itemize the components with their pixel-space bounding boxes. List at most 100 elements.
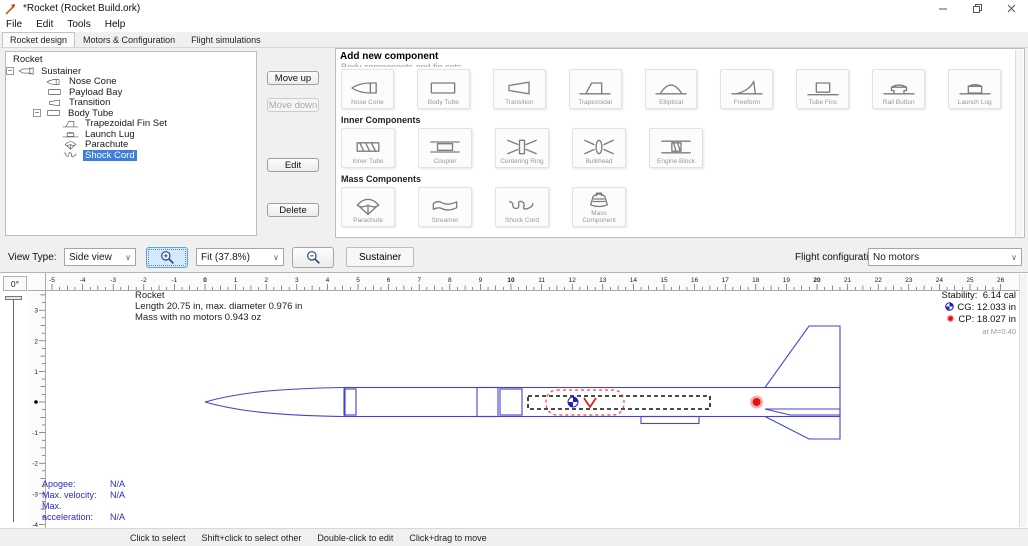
svg-text:-1: -1 xyxy=(172,277,178,284)
launch-lug-shape[interactable] xyxy=(641,417,699,424)
launch-lug-icon xyxy=(958,78,992,98)
nose-cone-shape[interactable] xyxy=(205,388,345,417)
menu-tools[interactable]: Tools xyxy=(61,19,98,30)
selection-highlight xyxy=(546,390,624,415)
tree-item-sustainer[interactable]: − Sustainer xyxy=(6,66,256,77)
tree-item-body-tube[interactable]: − Body Tube xyxy=(6,108,256,119)
move-down-button[interactable]: Move down xyxy=(267,98,319,112)
tree-item-shock-cord[interactable]: Shock Cord xyxy=(6,150,256,161)
fin-lower-shape[interactable] xyxy=(765,417,840,440)
component-button-label: Trapezoidal xyxy=(578,99,612,106)
tree-item-label: Parachute xyxy=(83,139,130,150)
component-button-tube-fins[interactable]: Tube Fins xyxy=(796,69,849,109)
menu-file[interactable]: File xyxy=(0,19,30,30)
minimize-icon xyxy=(939,4,948,13)
close-button[interactable] xyxy=(994,0,1028,17)
engine-block-icon xyxy=(659,137,693,157)
svg-text:6: 6 xyxy=(387,277,391,284)
component-button-label: Elliptical xyxy=(659,99,683,106)
rotation-slider-handle[interactable] xyxy=(5,296,22,300)
chevron-down-icon: ∨ xyxy=(1011,253,1017,262)
nose-shoulder-shape[interactable] xyxy=(344,389,356,415)
cg-icon xyxy=(945,302,954,311)
tree-item-nose-cone[interactable]: Nose Cone xyxy=(6,77,256,88)
shock-cord-icon xyxy=(62,150,79,160)
component-button-centering-ring[interactable]: Centering Ring xyxy=(495,128,549,168)
component-button-label: Streamer xyxy=(432,217,459,224)
scrollbar[interactable] xyxy=(1019,274,1027,527)
component-button-inner-tube[interactable]: Inner Tube xyxy=(341,128,395,168)
collapse-icon[interactable]: − xyxy=(33,109,41,117)
fin-upper-shape[interactable] xyxy=(765,326,840,388)
component-button-trapezoidal[interactable]: Trapezoidal xyxy=(569,69,622,109)
minimize-button[interactable] xyxy=(926,0,960,17)
svg-text:-5: -5 xyxy=(49,277,55,284)
cp-label: CP: xyxy=(958,314,974,325)
fin-side-shape[interactable] xyxy=(765,409,840,415)
zoom-in-icon xyxy=(159,250,176,265)
zoom-out-button[interactable] xyxy=(292,247,334,268)
menu-help[interactable]: Help xyxy=(99,19,134,30)
shock-cord-icon xyxy=(505,196,539,216)
tree-item-parachute[interactable]: Parachute xyxy=(6,140,256,151)
tab-flight-simulations[interactable]: Flight simulations xyxy=(183,32,269,47)
svg-text:21: 21 xyxy=(844,277,852,284)
component-button-shock-cord[interactable]: Shock Cord xyxy=(495,187,549,227)
move-up-button[interactable]: Move up xyxy=(267,71,319,85)
status-hint: Click to select xyxy=(130,533,186,543)
tree-item-launch-lug[interactable]: Launch Lug xyxy=(6,129,256,140)
streamer-icon xyxy=(428,196,462,216)
collapse-icon[interactable]: − xyxy=(6,67,14,75)
component-button-engine-block[interactable]: Engine Block xyxy=(649,128,703,168)
rotation-slider-track[interactable] xyxy=(13,300,14,522)
coupler-shape[interactable] xyxy=(500,389,522,415)
svg-text:13: 13 xyxy=(599,277,607,284)
stage-toggle-sustainer[interactable]: Sustainer xyxy=(346,247,414,267)
component-button-freeform[interactable]: Freeform xyxy=(720,69,773,109)
maximize-button[interactable] xyxy=(960,0,994,17)
view-type-select[interactable]: Side view ∨ xyxy=(64,248,136,266)
edit-button[interactable]: Edit xyxy=(267,158,319,172)
component-button-parachute[interactable]: Parachute xyxy=(341,187,395,227)
shock-cord-shape[interactable] xyxy=(528,396,710,409)
component-button-body-tube[interactable]: Body Tube xyxy=(417,69,470,109)
component-button-launch-lug[interactable]: Launch Lug xyxy=(948,69,1001,109)
tree-item-payload-bay[interactable]: Payload Bay xyxy=(6,87,256,98)
svg-text:16: 16 xyxy=(691,277,699,284)
component-tree-panel: Rocket −SustainerNose ConePayload BayTra… xyxy=(5,51,257,236)
component-button-nose-cone[interactable]: Nose Cone xyxy=(341,69,394,109)
flight-config-value: No motors xyxy=(873,252,919,263)
tree-item-trapezoidal-fin-set[interactable]: Trapezoidal Fin Set xyxy=(6,119,256,130)
flight-data-row: Max. velocity:N/A xyxy=(42,490,125,501)
component-button-label: Engine Block xyxy=(657,158,695,165)
zoom-level-select[interactable]: Fit (37.8%) ∨ xyxy=(196,248,284,266)
tree-root-rocket[interactable]: Rocket xyxy=(6,52,256,66)
component-button-rail-button[interactable]: Rail Button xyxy=(872,69,925,109)
zoom-in-button[interactable] xyxy=(146,247,188,268)
tab-rocket-design[interactable]: Rocket design xyxy=(2,32,75,47)
status-hint: Click+drag to move xyxy=(409,533,486,543)
nose-cone-icon xyxy=(46,77,63,87)
rocket-mass: Mass with no motors 0.943 oz xyxy=(135,312,302,323)
component-button-transition[interactable]: Transition xyxy=(493,69,546,109)
component-button-label: Shock Cord xyxy=(505,217,539,224)
tree-item-transition[interactable]: Transition xyxy=(6,98,256,109)
tab-motors-configuration[interactable]: Motors & Configuration xyxy=(75,32,183,47)
status-bar: Click to selectShift+click to select oth… xyxy=(0,528,1028,546)
rocket-drawing[interactable] xyxy=(205,326,840,439)
component-button-mass-component[interactable]: Mass Component xyxy=(572,187,626,227)
tree-item-label: Body Tube xyxy=(66,108,115,119)
rocket-diagram-canvas[interactable]: 0° in -5-4-3-2-1012345678910111213141516… xyxy=(0,272,1028,528)
title-bar: *Rocket (Rocket Build.ork) xyxy=(0,0,1028,17)
menu-edit[interactable]: Edit xyxy=(30,19,61,30)
component-button-coupler[interactable]: Coupler xyxy=(418,128,472,168)
scrollbar[interactable] xyxy=(1015,50,1023,236)
flight-config-select[interactable]: No motors ∨ xyxy=(868,248,1022,266)
component-button-elliptical[interactable]: Elliptical xyxy=(645,69,698,109)
delete-button[interactable]: Delete xyxy=(267,203,319,217)
component-button-bulkhead[interactable]: Bulkhead xyxy=(572,128,626,168)
transition-shape[interactable] xyxy=(477,388,498,417)
tree-item-label: Sustainer xyxy=(39,66,83,77)
svg-text:-2: -2 xyxy=(32,461,38,468)
component-button-streamer[interactable]: Streamer xyxy=(418,187,472,227)
